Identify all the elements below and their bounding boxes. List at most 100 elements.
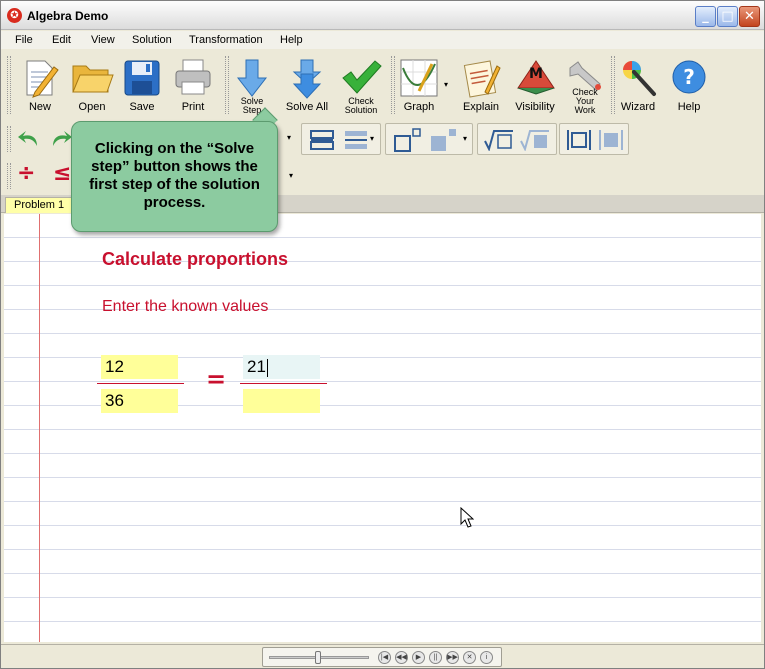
solve-step-button[interactable]: Solve Step	[225, 52, 279, 118]
help-label: Help	[677, 101, 701, 113]
stop-button[interactable]: ✕	[463, 651, 476, 664]
worksheet[interactable]: Calculate proportions Enter the known va…	[4, 214, 761, 642]
check-your-work-button[interactable]: Check Your Work	[559, 52, 611, 118]
absolute-value-group	[559, 123, 629, 155]
new-document-icon	[26, 60, 59, 98]
dropdown-icon[interactable]: ▾	[463, 134, 467, 143]
left-denominator-field[interactable]: 36	[101, 389, 178, 413]
wizard-label: Wizard	[620, 101, 656, 113]
solve-all-label: Solve All	[285, 101, 329, 113]
menu-help[interactable]: Help	[280, 34, 303, 46]
playback-slider-thumb[interactable]	[315, 651, 321, 664]
magic-wand-icon	[623, 61, 656, 96]
graph-dropdown-icon[interactable]: ▾	[444, 80, 448, 89]
square-root-icon[interactable]	[484, 129, 514, 151]
status-bar: |◀ ◀◀ ▶ || ▶▶ ✕ i	[1, 644, 764, 668]
app-logo-icon: ✪	[7, 8, 22, 23]
minimize-button[interactable]: _	[695, 6, 716, 27]
playback-controls: |◀ ◀◀ ▶ || ▶▶ ✕ i	[262, 647, 502, 667]
new-label: New	[28, 101, 51, 113]
pause-button[interactable]: ||	[429, 651, 442, 664]
right-fraction-bar	[240, 383, 327, 384]
absolute-value-alt-icon[interactable]	[598, 129, 624, 151]
visibility-button[interactable]: M Visibility	[507, 52, 563, 118]
right-numerator-value: 21	[247, 357, 266, 376]
solve-all-button[interactable]: Solve All	[279, 52, 335, 118]
text-caret	[266, 358, 268, 377]
check-solution-button[interactable]: Check Solution	[335, 52, 387, 118]
menu-edit[interactable]: Edit	[52, 34, 71, 46]
nth-root-icon[interactable]	[520, 129, 550, 151]
left-fraction-bar	[97, 383, 184, 384]
explain-button[interactable]: Explain	[451, 52, 511, 118]
toolbar-grip[interactable]	[7, 56, 11, 114]
stack-distribute-icon[interactable]	[344, 129, 368, 151]
undo-icon[interactable]	[17, 128, 41, 150]
dropdown-icon[interactable]: ▾	[287, 133, 291, 142]
toolbar-grip[interactable]	[7, 126, 11, 152]
play-button[interactable]: ▶	[412, 651, 425, 664]
visibility-label: Visibility	[515, 101, 555, 113]
dropdown-icon[interactable]: ▾	[370, 134, 374, 143]
maximize-button[interactable]: □	[717, 6, 738, 27]
graph-label: Graph	[403, 101, 435, 113]
menu-bar: File Edit View Solution Transformation H…	[1, 31, 764, 49]
rewind-button[interactable]: ◀◀	[395, 651, 408, 664]
notebook-icon	[463, 60, 501, 98]
visibility-badge: M	[529, 66, 543, 82]
toolbar-grip[interactable]	[7, 163, 11, 189]
root-group	[477, 123, 557, 155]
right-denominator-field[interactable]	[243, 389, 320, 413]
tutorial-callout: Clicking on the “Solve step” button show…	[71, 121, 278, 232]
right-numerator-field[interactable]: 21	[243, 355, 320, 379]
dropdown-icon[interactable]: ▾	[289, 171, 293, 180]
subscript-icon[interactable]	[430, 128, 458, 152]
margin-line	[39, 214, 40, 642]
new-button[interactable]: New	[12, 52, 68, 118]
superscript-icon[interactable]	[394, 128, 422, 152]
help-glyph: ?	[683, 65, 695, 89]
close-button[interactable]: ✕	[739, 6, 760, 27]
graph-button[interactable]: Graph	[393, 52, 445, 118]
title-bar: ✪ Algebra Demo _ □ ✕	[1, 1, 764, 30]
graph-icon	[400, 59, 438, 97]
app-window: ✪ Algebra Demo _ □ ✕ File Edit View Solu…	[0, 0, 765, 669]
checkmark-icon	[342, 60, 382, 94]
less-equal-icon[interactable]: ≤	[53, 161, 71, 186]
window-title: Algebra Demo	[27, 9, 109, 23]
folder-icon	[72, 65, 114, 93]
divide-icon[interactable]: ÷	[17, 161, 35, 186]
print-button[interactable]: Print	[165, 52, 221, 118]
worksheet-instruction: Enter the known values	[102, 298, 269, 315]
wizard-button[interactable]: Wizard	[611, 52, 665, 118]
menu-solution[interactable]: Solution	[132, 34, 172, 46]
explain-label: Explain	[462, 101, 500, 113]
check-solution-label: Check Solution	[344, 96, 378, 115]
open-label: Open	[78, 101, 106, 113]
print-label: Print	[181, 101, 205, 113]
absolute-value-icon[interactable]	[566, 129, 592, 151]
printer-icon	[175, 59, 211, 95]
menu-transformation[interactable]: Transformation	[189, 34, 263, 46]
power-group: ▾	[385, 123, 473, 155]
left-numerator-field[interactable]: 12	[101, 355, 178, 379]
floppy-disk-icon	[124, 60, 160, 96]
save-button[interactable]: Save	[114, 52, 170, 118]
worksheet-heading: Calculate proportions	[102, 249, 289, 269]
equals-sign: =	[206, 365, 227, 393]
skip-to-start-button[interactable]: |◀	[378, 651, 391, 664]
arrow-down-icon	[236, 59, 268, 97]
double-arrow-down-icon	[292, 59, 322, 99]
fast-forward-button[interactable]: ▶▶	[446, 651, 459, 664]
stack-align-icon[interactable]	[310, 129, 334, 151]
help-button[interactable]: ? Help	[663, 52, 715, 118]
check-your-work-label: Check Your Work	[572, 87, 598, 115]
info-button[interactable]: i	[480, 651, 493, 664]
redo-icon[interactable]	[49, 128, 73, 150]
save-label: Save	[129, 101, 155, 113]
tab-problem-1[interactable]: Problem 1	[5, 197, 74, 213]
mouse-pointer-icon	[460, 507, 474, 528]
menu-view[interactable]: View	[91, 34, 115, 46]
menu-file[interactable]: File	[15, 34, 33, 46]
open-button[interactable]: Open	[64, 52, 120, 118]
